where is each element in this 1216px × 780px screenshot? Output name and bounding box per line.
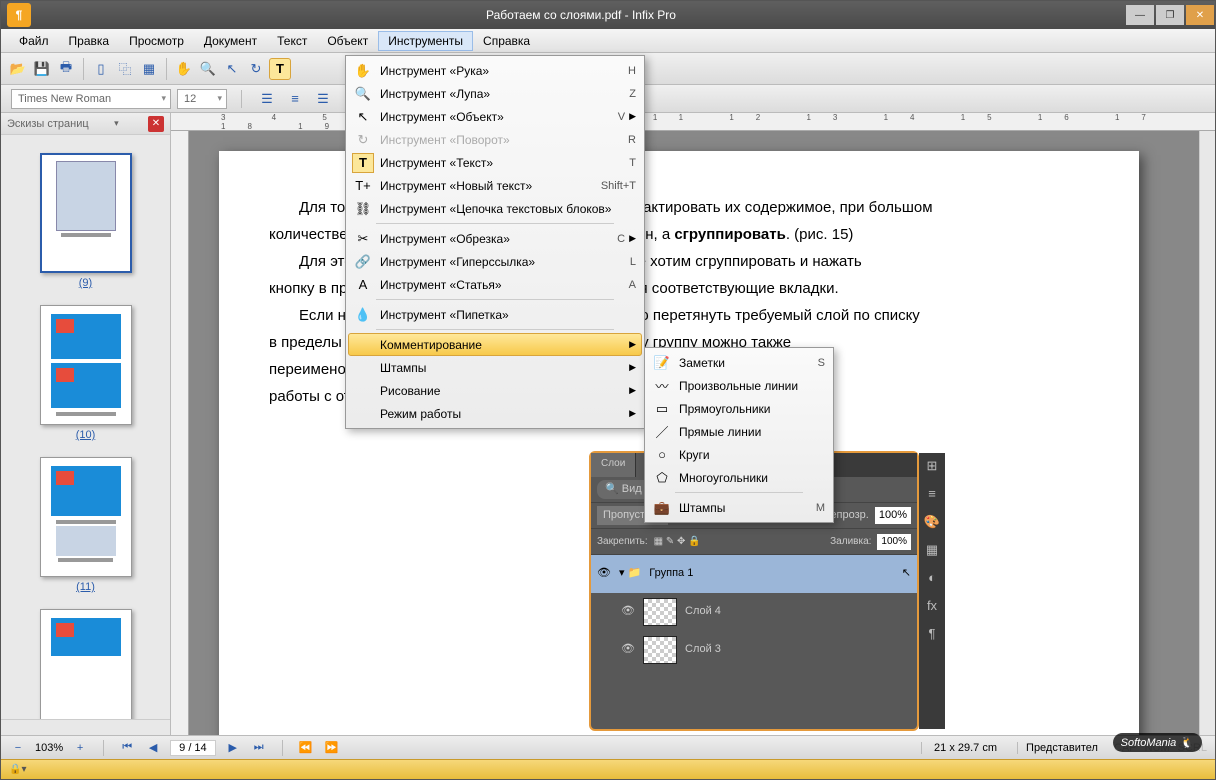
- align-right-icon[interactable]: ☰: [312, 88, 334, 110]
- page-icon[interactable]: ▯: [90, 58, 112, 80]
- page-indicator[interactable]: 9 / 14: [170, 740, 216, 756]
- dropdown-item[interactable]: AИнструмент «Статья»A: [348, 273, 642, 296]
- menu-text[interactable]: Текст: [267, 31, 317, 51]
- bottom-bar: 🔒▾: [1, 759, 1215, 779]
- zoom-tool[interactable]: 🔍: [197, 58, 219, 80]
- close-button[interactable]: ✕: [1186, 5, 1214, 25]
- maximize-button[interactable]: ❐: [1156, 5, 1184, 25]
- hand-tool[interactable]: ✋: [173, 58, 195, 80]
- watermark: SoftoMania: [1113, 733, 1202, 752]
- page-grid-icon[interactable]: ▦: [138, 58, 160, 80]
- page-copy-icon[interactable]: ⿻: [114, 58, 136, 80]
- menu-object[interactable]: Объект: [317, 31, 378, 51]
- minimize-button[interactable]: —: [1126, 5, 1154, 25]
- align-center-icon[interactable]: ≡: [284, 88, 306, 110]
- submenu-item[interactable]: ／Прямые линии: [647, 420, 831, 443]
- presenter-label: Представител: [1017, 742, 1106, 754]
- thumbnail-page[interactable]: [40, 609, 132, 719]
- titlebar: ¶ Работаем со слоями.pdf - Infix Pro — ❐…: [1, 1, 1215, 29]
- font-name-combo[interactable]: Times New Roman: [11, 89, 171, 109]
- dropdown-item[interactable]: Комментирование▶: [348, 333, 642, 356]
- thumbnail-dropdown-icon[interactable]: ▾: [114, 118, 119, 129]
- thumbnail-list[interactable]: (9) (10) (11): [1, 135, 170, 719]
- dropdown-item[interactable]: 🔗Инструмент «Гиперссылка»L: [348, 250, 642, 273]
- save-button[interactable]: 💾: [31, 58, 53, 80]
- thumbnail-panel: Эскизы страниц ▾ ✕ (9) (10) (11): [1, 113, 171, 735]
- pointer-tool[interactable]: ↖: [221, 58, 243, 80]
- embedded-side-toolbar: ⊞≡🎨▦◐fx¶: [919, 453, 945, 729]
- dropdown-item[interactable]: ⛓Инструмент «Цепочка текстовых блоков»: [348, 197, 642, 220]
- dropdown-item[interactable]: ✋Инструмент «Рука»H: [348, 59, 642, 82]
- dropdown-item[interactable]: 🔍Инструмент «Лупа»Z: [348, 82, 642, 105]
- menu-file[interactable]: Файл: [9, 31, 59, 51]
- thumbnail-page[interactable]: (10): [40, 305, 132, 441]
- window-title: Работаем со слоями.pdf - Infix Pro: [37, 8, 1125, 22]
- tools-dropdown: ✋Инструмент «Рука»H🔍Инструмент «Лупа»Z↖И…: [345, 55, 645, 429]
- status-bar: − 103% + ⏮ ◀ 9 / 14 ▶ ⏭ ⏪ ⏩ 21 x 29.7 cm…: [1, 735, 1215, 759]
- dropdown-item[interactable]: 💧Инструмент «Пипетка»: [348, 303, 642, 326]
- next-page-button[interactable]: ▶: [224, 739, 242, 757]
- menubar: Файл Правка Просмотр Документ Текст Объе…: [1, 29, 1215, 53]
- ruler-vertical: [171, 131, 189, 735]
- dropdown-item[interactable]: TИнструмент «Текст»T: [348, 151, 642, 174]
- submenu-item[interactable]: ▭Прямоугольники: [647, 397, 831, 420]
- thumb-scrollbar[interactable]: [1, 719, 170, 735]
- print-button[interactable]: 🖶: [55, 58, 77, 80]
- dropdown-item[interactable]: Штампы▶: [348, 356, 642, 379]
- dropdown-item: ↻Инструмент «Поворот»R: [348, 128, 642, 151]
- dropdown-item[interactable]: T+Инструмент «Новый текст»Shift+T: [348, 174, 642, 197]
- open-button[interactable]: 📂: [7, 58, 29, 80]
- menu-view[interactable]: Просмотр: [119, 31, 194, 51]
- history-back-button[interactable]: ⏪: [297, 739, 315, 757]
- text-tool[interactable]: T: [269, 58, 291, 80]
- menu-help[interactable]: Справка: [473, 31, 540, 51]
- thumbnail-page[interactable]: (11): [40, 457, 132, 593]
- submenu-item[interactable]: 〰Произвольные линии: [647, 374, 831, 397]
- zoom-out-button[interactable]: −: [9, 739, 27, 757]
- page-dimensions: 21 x 29.7 cm: [921, 742, 1009, 754]
- submenu-item[interactable]: 📝ЗаметкиS: [647, 351, 831, 374]
- rotate-tool[interactable]: ↻: [245, 58, 267, 80]
- menu-document[interactable]: Документ: [194, 31, 267, 51]
- thumbnail-panel-title: Эскизы страниц: [7, 118, 89, 130]
- submenu-item[interactable]: ○Круги: [647, 443, 831, 466]
- font-size-combo[interactable]: 12: [177, 89, 227, 109]
- first-page-button[interactable]: ⏮: [118, 739, 136, 757]
- lock-icon: 🔒▾: [9, 764, 26, 775]
- zoom-value: 103%: [35, 742, 63, 754]
- menu-tools[interactable]: Инструменты: [378, 31, 473, 51]
- dropdown-item[interactable]: ✂Инструмент «Обрезка»C▶: [348, 227, 642, 250]
- dropdown-item[interactable]: Рисование▶: [348, 379, 642, 402]
- last-page-button[interactable]: ⏭: [250, 739, 268, 757]
- dropdown-item[interactable]: Режим работы▶: [348, 402, 642, 425]
- thumbnail-page[interactable]: (9): [40, 153, 132, 289]
- vertical-scrollbar[interactable]: [1199, 131, 1215, 735]
- thumbnail-close-button[interactable]: ✕: [148, 116, 164, 132]
- submenu-item[interactable]: 💼ШтампыM: [647, 496, 831, 519]
- submenu-item[interactable]: ⬠Многоугольники: [647, 466, 831, 489]
- commenting-submenu: 📝ЗаметкиS〰Произвольные линии▭Прямоугольн…: [644, 347, 834, 523]
- zoom-in-button[interactable]: +: [71, 739, 89, 757]
- prev-page-button[interactable]: ◀: [144, 739, 162, 757]
- dropdown-item[interactable]: ↖Инструмент «Объект»V▶: [348, 105, 642, 128]
- app-icon: ¶: [7, 3, 31, 27]
- history-fwd-button[interactable]: ⏩: [323, 739, 341, 757]
- ruler-horizontal: 3 4 5 6 7 8 9 10 11 12 13 14 15 16 17 18…: [171, 113, 1215, 131]
- menu-edit[interactable]: Правка: [59, 31, 120, 51]
- align-left-icon[interactable]: ☰: [256, 88, 278, 110]
